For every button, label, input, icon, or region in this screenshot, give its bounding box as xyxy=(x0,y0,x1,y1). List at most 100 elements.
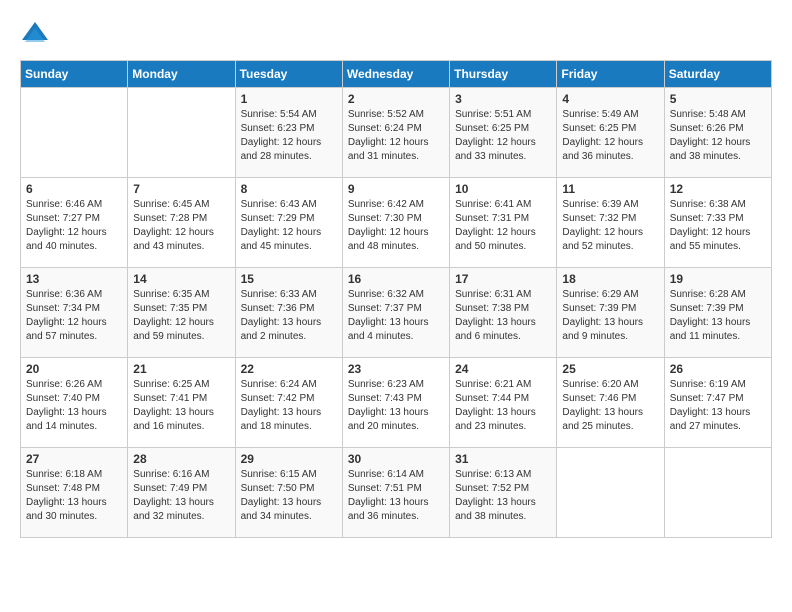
week-row-4: 20 Sunrise: 6:26 AM Sunset: 7:40 PM Dayli… xyxy=(21,358,772,448)
day-number: 27 xyxy=(26,452,122,466)
day-number: 19 xyxy=(670,272,766,286)
calendar-cell xyxy=(664,448,771,538)
column-header-monday: Monday xyxy=(128,61,235,88)
day-info: Sunrise: 6:20 AM Sunset: 7:46 PM Dayligh… xyxy=(562,378,658,434)
day-number: 3 xyxy=(455,92,551,106)
week-row-3: 13Sunrise: 6:36 AM Sunset: 7:34 PM Dayli… xyxy=(21,268,772,358)
calendar-cell: 26 Sunrise: 6:19 AM Sunset: 7:47 PM Dayli… xyxy=(664,358,771,448)
day-info: Sunrise: 6:38 AM Sunset: 7:33 PM Dayligh… xyxy=(670,198,766,254)
day-info: Sunrise: 6:21 AM Sunset: 7:44 PM Dayligh… xyxy=(455,378,551,434)
day-number: 12 xyxy=(670,182,766,196)
day-info: Sunrise: 6:23 AM Sunset: 7:43 PM Dayligh… xyxy=(348,378,444,434)
day-info: Sunrise: 6:16 AM Sunset: 7:49 PM Dayligh… xyxy=(133,468,229,524)
day-info: Sunrise: 6:39 AM Sunset: 7:32 PM Dayligh… xyxy=(562,198,658,254)
calendar-cell: 6 Sunrise: 6:46 AM Sunset: 7:27 PM Daylig… xyxy=(21,178,128,268)
calendar-cell: 24 Sunrise: 6:21 AM Sunset: 7:44 PM Dayli… xyxy=(450,358,557,448)
day-number: 22 xyxy=(241,362,337,376)
week-row-5: 27 Sunrise: 6:18 AM Sunset: 7:48 PM Dayli… xyxy=(21,448,772,538)
calendar-cell: 23Sunrise: 6:23 AM Sunset: 7:43 PM Dayli… xyxy=(342,358,449,448)
day-info: Sunrise: 5:48 AM Sunset: 6:26 PM Dayligh… xyxy=(670,108,766,164)
column-header-thursday: Thursday xyxy=(450,61,557,88)
calendar-cell: 1Sunrise: 5:54 AM Sunset: 6:23 PM Daylig… xyxy=(235,88,342,178)
day-number: 2 xyxy=(348,92,444,106)
day-number: 8 xyxy=(241,182,337,196)
calendar-cell: 16Sunrise: 6:32 AM Sunset: 7:37 PM Dayli… xyxy=(342,268,449,358)
day-number: 11 xyxy=(562,182,658,196)
day-number: 15 xyxy=(241,272,337,286)
day-info: Sunrise: 5:51 AM Sunset: 6:25 PM Dayligh… xyxy=(455,108,551,164)
calendar-cell: 9Sunrise: 6:42 AM Sunset: 7:30 PM Daylig… xyxy=(342,178,449,268)
day-number: 1 xyxy=(241,92,337,106)
column-header-saturday: Saturday xyxy=(664,61,771,88)
day-number: 21 xyxy=(133,362,229,376)
calendar-cell: 28Sunrise: 6:16 AM Sunset: 7:49 PM Dayli… xyxy=(128,448,235,538)
day-info: Sunrise: 6:29 AM Sunset: 7:39 PM Dayligh… xyxy=(562,288,658,344)
calendar-cell: 17 Sunrise: 6:31 AM Sunset: 7:38 PM Dayli… xyxy=(450,268,557,358)
day-info: Sunrise: 6:15 AM Sunset: 7:50 PM Dayligh… xyxy=(241,468,337,524)
calendar-cell: 30Sunrise: 6:14 AM Sunset: 7:51 PM Dayli… xyxy=(342,448,449,538)
calendar-cell: 31Sunrise: 6:13 AM Sunset: 7:52 PM Dayli… xyxy=(450,448,557,538)
day-info: Sunrise: 6:18 AM Sunset: 7:48 PM Dayligh… xyxy=(26,468,122,524)
day-number: 4 xyxy=(562,92,658,106)
calendar-table: SundayMondayTuesdayWednesdayThursdayFrid… xyxy=(20,60,772,538)
calendar-cell: 25 Sunrise: 6:20 AM Sunset: 7:46 PM Dayli… xyxy=(557,358,664,448)
calendar-cell: 11 Sunrise: 6:39 AM Sunset: 7:32 PM Dayli… xyxy=(557,178,664,268)
logo-icon xyxy=(20,20,50,50)
day-info: Sunrise: 6:46 AM Sunset: 7:27 PM Dayligh… xyxy=(26,198,122,254)
day-info: Sunrise: 6:14 AM Sunset: 7:51 PM Dayligh… xyxy=(348,468,444,524)
calendar-cell: 8 Sunrise: 6:43 AM Sunset: 7:29 PM Daylig… xyxy=(235,178,342,268)
column-header-wednesday: Wednesday xyxy=(342,61,449,88)
column-header-tuesday: Tuesday xyxy=(235,61,342,88)
calendar-cell: 2 Sunrise: 5:52 AM Sunset: 6:24 PM Daylig… xyxy=(342,88,449,178)
logo xyxy=(20,20,54,50)
day-info: Sunrise: 6:43 AM Sunset: 7:29 PM Dayligh… xyxy=(241,198,337,254)
week-row-2: 6 Sunrise: 6:46 AM Sunset: 7:27 PM Daylig… xyxy=(21,178,772,268)
day-info: Sunrise: 5:52 AM Sunset: 6:24 PM Dayligh… xyxy=(348,108,444,164)
calendar-cell: 12 Sunrise: 6:38 AM Sunset: 7:33 PM Dayli… xyxy=(664,178,771,268)
calendar-cell: 14 Sunrise: 6:35 AM Sunset: 7:35 PM Dayli… xyxy=(128,268,235,358)
day-number: 7 xyxy=(133,182,229,196)
day-number: 5 xyxy=(670,92,766,106)
day-info: Sunrise: 6:25 AM Sunset: 7:41 PM Dayligh… xyxy=(133,378,229,434)
day-info: Sunrise: 6:32 AM Sunset: 7:37 PM Dayligh… xyxy=(348,288,444,344)
calendar-cell: 10 Sunrise: 6:41 AM Sunset: 7:31 PM Dayli… xyxy=(450,178,557,268)
day-number: 24 xyxy=(455,362,551,376)
calendar-cell: 27 Sunrise: 6:18 AM Sunset: 7:48 PM Dayli… xyxy=(21,448,128,538)
calendar-cell: 3 Sunrise: 5:51 AM Sunset: 6:25 PM Daylig… xyxy=(450,88,557,178)
calendar-cell: 22 Sunrise: 6:24 AM Sunset: 7:42 PM Dayli… xyxy=(235,358,342,448)
day-info: Sunrise: 6:24 AM Sunset: 7:42 PM Dayligh… xyxy=(241,378,337,434)
day-number: 20 xyxy=(26,362,122,376)
day-info: Sunrise: 5:49 AM Sunset: 6:25 PM Dayligh… xyxy=(562,108,658,164)
calendar-cell: 13Sunrise: 6:36 AM Sunset: 7:34 PM Dayli… xyxy=(21,268,128,358)
page-header xyxy=(20,20,772,50)
day-info: Sunrise: 6:19 AM Sunset: 7:47 PM Dayligh… xyxy=(670,378,766,434)
calendar-cell: 19Sunrise: 6:28 AM Sunset: 7:39 PM Dayli… xyxy=(664,268,771,358)
day-info: Sunrise: 6:41 AM Sunset: 7:31 PM Dayligh… xyxy=(455,198,551,254)
day-number: 6 xyxy=(26,182,122,196)
calendar-cell: 18Sunrise: 6:29 AM Sunset: 7:39 PM Dayli… xyxy=(557,268,664,358)
week-row-1: 1Sunrise: 5:54 AM Sunset: 6:23 PM Daylig… xyxy=(21,88,772,178)
calendar-cell xyxy=(128,88,235,178)
calendar-cell xyxy=(21,88,128,178)
day-info: Sunrise: 6:33 AM Sunset: 7:36 PM Dayligh… xyxy=(241,288,337,344)
calendar-cell xyxy=(557,448,664,538)
calendar-header: SundayMondayTuesdayWednesdayThursdayFrid… xyxy=(21,61,772,88)
day-number: 10 xyxy=(455,182,551,196)
day-info: Sunrise: 6:36 AM Sunset: 7:34 PM Dayligh… xyxy=(26,288,122,344)
day-info: Sunrise: 6:35 AM Sunset: 7:35 PM Dayligh… xyxy=(133,288,229,344)
column-header-friday: Friday xyxy=(557,61,664,88)
column-header-sunday: Sunday xyxy=(21,61,128,88)
day-info: Sunrise: 6:13 AM Sunset: 7:52 PM Dayligh… xyxy=(455,468,551,524)
day-number: 9 xyxy=(348,182,444,196)
day-number: 25 xyxy=(562,362,658,376)
day-info: Sunrise: 6:26 AM Sunset: 7:40 PM Dayligh… xyxy=(26,378,122,434)
day-number: 14 xyxy=(133,272,229,286)
calendar-cell: 29Sunrise: 6:15 AM Sunset: 7:50 PM Dayli… xyxy=(235,448,342,538)
day-info: Sunrise: 6:31 AM Sunset: 7:38 PM Dayligh… xyxy=(455,288,551,344)
day-info: Sunrise: 6:45 AM Sunset: 7:28 PM Dayligh… xyxy=(133,198,229,254)
day-number: 17 xyxy=(455,272,551,286)
calendar-cell: 4 Sunrise: 5:49 AM Sunset: 6:25 PM Daylig… xyxy=(557,88,664,178)
calendar-cell: 7 Sunrise: 6:45 AM Sunset: 7:28 PM Daylig… xyxy=(128,178,235,268)
day-number: 26 xyxy=(670,362,766,376)
calendar-cell: 15 Sunrise: 6:33 AM Sunset: 7:36 PM Dayli… xyxy=(235,268,342,358)
